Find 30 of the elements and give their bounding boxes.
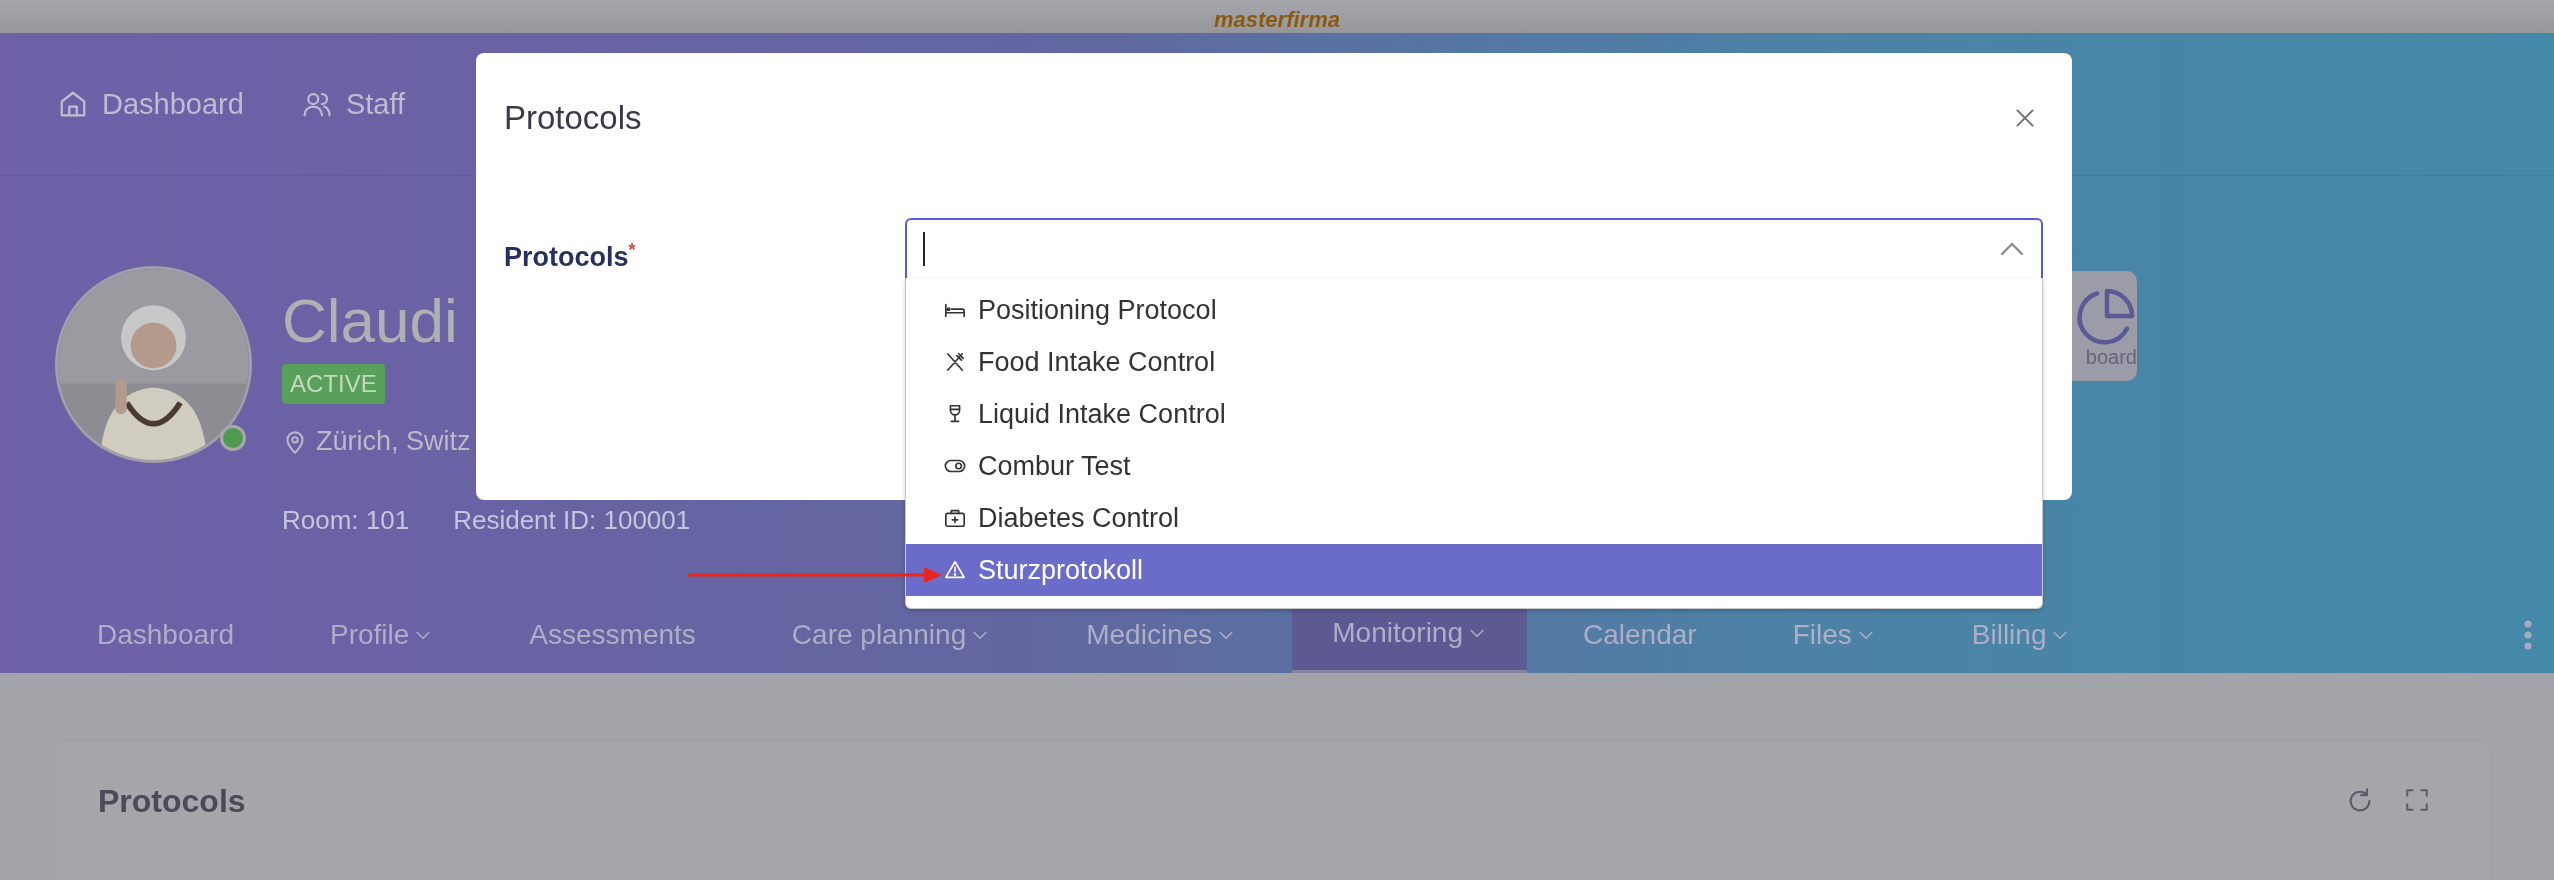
nav-link[interactable]: Staff — [301, 87, 405, 121]
dropdown-option[interactable]: Sturzprotokoll — [906, 544, 2042, 596]
modal-title: Protocols — [504, 99, 642, 137]
tab[interactable]: Profile — [290, 596, 474, 673]
fullscreen-icon — [2404, 787, 2430, 813]
resident-id: Resident ID: 100001 — [453, 505, 691, 536]
nav-link[interactable]: Dashboard — [58, 87, 244, 121]
tab[interactable]: Dashboard — [57, 596, 274, 673]
pie-chart-icon — [2077, 286, 2137, 346]
status-badge: ACTIVE — [282, 364, 385, 404]
cutlery-icon — [944, 351, 966, 373]
home-icon — [58, 89, 88, 119]
field-label: Protocols$^{*}$ — [504, 239, 637, 274]
dropdown-option[interactable]: Combur Test — [906, 440, 2042, 492]
card-title: Protocols — [98, 783, 246, 820]
location-text: Zürich, Switz — [316, 426, 471, 457]
tab[interactable]: Medicines — [1046, 596, 1277, 673]
resident-name: Claudi — [282, 286, 458, 356]
room-number: Room: 101 — [282, 505, 410, 536]
medkit-icon — [944, 507, 966, 529]
tab[interactable]: Care planning — [751, 596, 1031, 673]
dropdown-option[interactable]: Diabetes Control — [906, 492, 2042, 544]
dropdown-option[interactable]: Liquid Intake Control — [906, 388, 2042, 440]
tab[interactable]: Files — [1752, 596, 1916, 673]
arrow-icon — [688, 565, 943, 585]
tab[interactable]: Billing — [1931, 596, 2111, 673]
logo: masterfirma — [1214, 7, 1340, 33]
warning-icon — [944, 559, 966, 581]
tab[interactable]: Assessments — [489, 596, 736, 673]
tab[interactable]: Calendar — [1543, 596, 1737, 673]
